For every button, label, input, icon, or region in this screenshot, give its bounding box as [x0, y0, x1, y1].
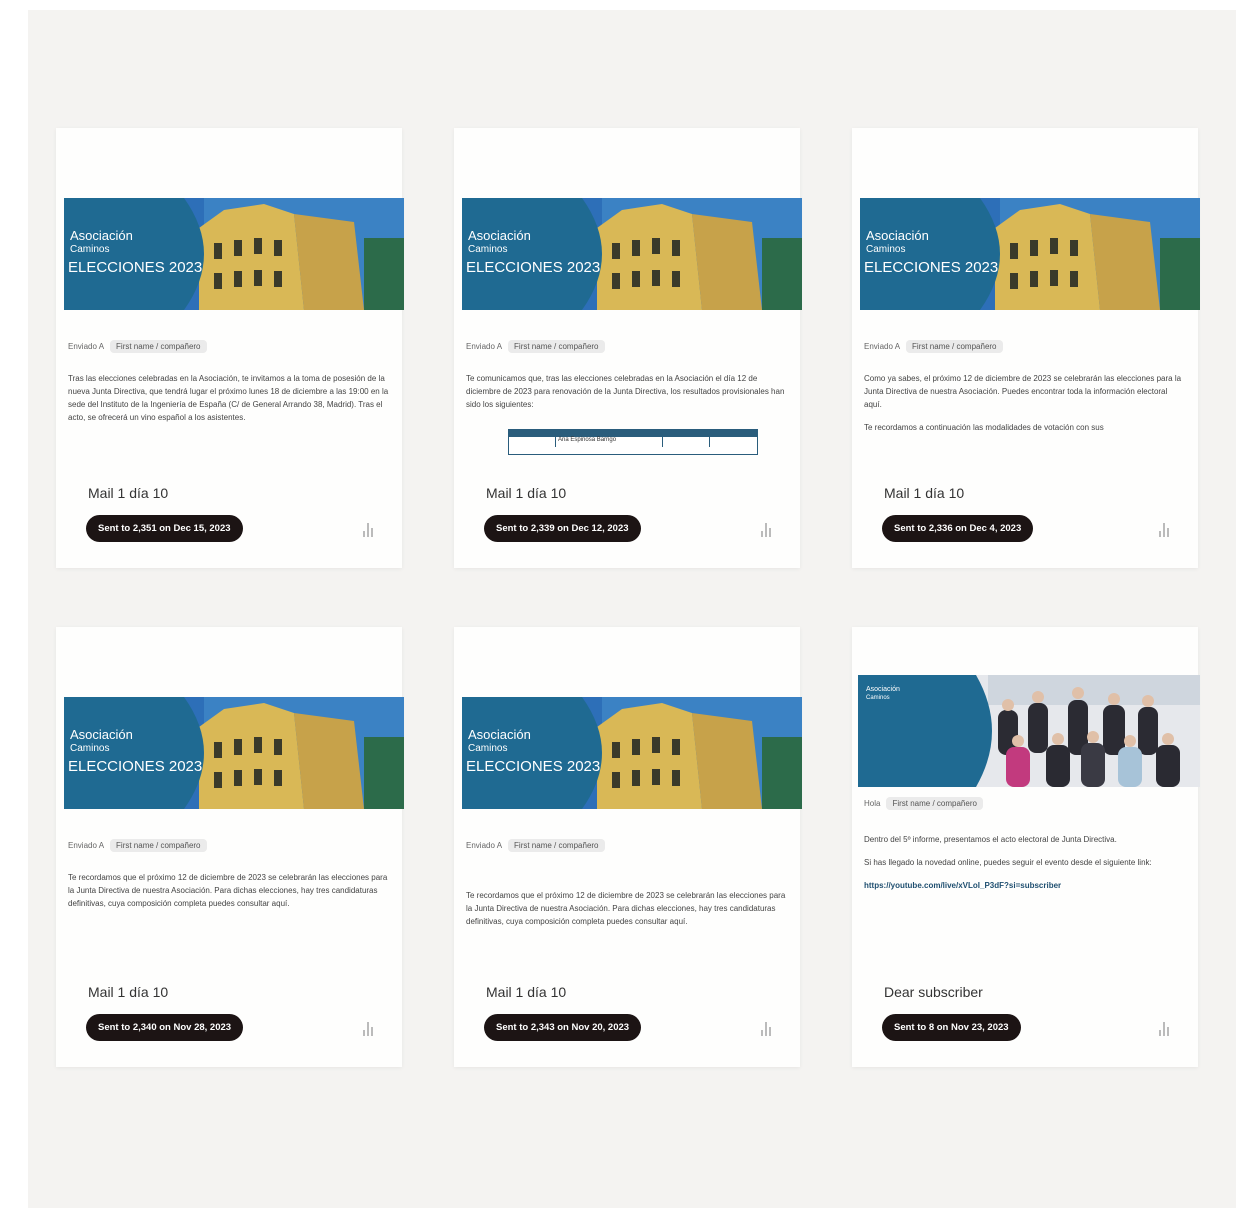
- recipient-label: Hola: [864, 799, 881, 808]
- banner-org-line2: Caminos: [70, 244, 109, 255]
- stats-icon[interactable]: [761, 1020, 775, 1036]
- merge-tag-chip: First name / compañero: [110, 340, 207, 353]
- stream-link[interactable]: https://youtube.com/live/xVLoI_P3dF?si=s…: [864, 879, 1186, 892]
- email-preview-text: Te recordamos que el próximo 12 de dicie…: [466, 891, 786, 926]
- campaign-title: Mail 1 día 10: [486, 984, 567, 1000]
- sent-status-pill[interactable]: Sent to 8 on Nov 23, 2023: [882, 1014, 1021, 1041]
- campaign-card-6[interactable]: Asociación Caminos Hola First name / com…: [852, 627, 1200, 1067]
- recipient-label: Enviado A: [864, 342, 901, 351]
- email-preview-text: Tras las elecciones celebradas en la Aso…: [68, 374, 389, 422]
- campaign-title: Mail 1 día 10: [884, 485, 965, 501]
- preview-paragraph: Dentro del 5º informe, presentamos el ac…: [864, 835, 1117, 844]
- stats-icon[interactable]: [363, 1020, 377, 1036]
- recipient-line: Enviado A First name / compañero: [68, 340, 207, 353]
- preview-paragraph: Si has llegado la novedad online, puedes…: [864, 858, 1152, 867]
- campaign-card-1[interactable]: Asociación Caminos ELECCIONES 2023 Envia…: [56, 128, 404, 568]
- banner-org-line1: Asociación: [468, 727, 531, 742]
- banner-org-line1: Asociación: [468, 228, 531, 243]
- recipient-line: Hola First name / compañero: [864, 797, 983, 810]
- sent-status-pill[interactable]: Sent to 2,339 on Dec 12, 2023: [484, 515, 641, 542]
- recipient-line: Enviado A First name / compañero: [466, 839, 605, 852]
- banner-title: ELECCIONES 2023: [68, 758, 202, 775]
- banner-title: ELECCIONES 2023: [68, 259, 202, 276]
- stats-icon[interactable]: [363, 521, 377, 537]
- elections-banner: Asociación Caminos ELECCIONES 2023: [462, 198, 802, 310]
- recipient-label: Enviado A: [68, 841, 105, 850]
- recipient-line: Enviado A First name / compañero: [466, 340, 605, 353]
- banner-title: ELECCIONES 2023: [466, 758, 600, 775]
- campaign-title: Mail 1 día 10: [88, 984, 169, 1000]
- campaign-card-2[interactable]: Asociación Caminos ELECCIONES 2023 Envia…: [454, 128, 802, 568]
- results-table: Ana Espinosa Barrigo: [508, 429, 758, 455]
- recipient-line: Enviado A First name / compañero: [68, 839, 207, 852]
- banner-title: ELECCIONES 2023: [466, 259, 600, 276]
- email-preview-text: Te recordamos que el próximo 12 de dicie…: [68, 873, 388, 908]
- banner-org-line1: Asociación: [866, 228, 929, 243]
- merge-tag-chip: First name / compañero: [906, 340, 1003, 353]
- preview-paragraph: Te recordamos a continuación las modalid…: [864, 423, 1104, 432]
- team-photo-banner: Asociación Caminos: [858, 675, 1200, 787]
- preview-paragraph: Como ya sabes, el próximo 12 de diciembr…: [864, 374, 1182, 409]
- campaign-title: Dear subscriber: [884, 984, 983, 1000]
- banner-org-line2: Caminos: [468, 244, 507, 255]
- stats-icon[interactable]: [1159, 521, 1173, 537]
- merge-tag-chip: First name / compañero: [508, 839, 605, 852]
- stats-icon[interactable]: [1159, 1020, 1173, 1036]
- banner-org-line1: Asociación: [866, 686, 900, 693]
- elections-banner: Asociación Caminos ELECCIONES 2023: [64, 697, 404, 809]
- email-preview-text: Como ya sabes, el próximo 12 de diciembr…: [864, 372, 1186, 444]
- campaign-card-3[interactable]: Asociación Caminos ELECCIONES 2023 Envia…: [852, 128, 1200, 568]
- merge-tag-chip: First name / compañero: [508, 340, 605, 353]
- elections-banner: Asociación Caminos ELECCIONES 2023: [462, 697, 802, 809]
- banner-org-line2: Caminos: [866, 244, 905, 255]
- banner-org-line2: Caminos: [468, 743, 507, 754]
- elections-banner: Asociación Caminos ELECCIONES 2023: [860, 198, 1200, 310]
- campaign-card-5[interactable]: Asociación Caminos ELECCIONES 2023 Envia…: [454, 627, 802, 1067]
- recipient-label: Enviado A: [68, 342, 105, 351]
- sent-status-pill[interactable]: Sent to 2,343 on Nov 20, 2023: [484, 1014, 642, 1041]
- banner-org-line1: Asociación: [70, 727, 133, 742]
- results-table-cell: Ana Espinosa Barrigo: [556, 437, 663, 447]
- email-preview-text: Dentro del 5º informe, presentamos el ac…: [864, 833, 1186, 902]
- sent-status-pill[interactable]: Sent to 2,340 on Nov 28, 2023: [86, 1014, 244, 1041]
- recipient-line: Enviado A First name / compañero: [864, 340, 1003, 353]
- campaign-card-4[interactable]: Asociación Caminos ELECCIONES 2023 Envia…: [56, 627, 404, 1067]
- stats-icon[interactable]: [761, 521, 775, 537]
- email-preview-text: Te comunicamos que, tras las elecciones …: [466, 374, 785, 409]
- sent-status-pill[interactable]: Sent to 2,351 on Dec 15, 2023: [86, 515, 243, 542]
- banner-title: ELECCIONES 2023: [864, 259, 998, 276]
- banner-org-line1: Asociación: [70, 228, 133, 243]
- campaign-title: Mail 1 día 10: [88, 485, 169, 501]
- merge-tag-chip: First name / compañero: [110, 839, 207, 852]
- campaign-title: Mail 1 día 10: [486, 485, 567, 501]
- merge-tag-chip: First name / compañero: [886, 797, 983, 810]
- sent-status-pill[interactable]: Sent to 2,336 on Dec 4, 2023: [882, 515, 1034, 542]
- elections-banner: Asociación Caminos ELECCIONES 2023: [64, 198, 404, 310]
- banner-org-line2: Caminos: [866, 695, 890, 701]
- recipient-label: Enviado A: [466, 342, 503, 351]
- banner-org-line2: Caminos: [70, 743, 109, 754]
- recipient-label: Enviado A: [466, 841, 503, 850]
